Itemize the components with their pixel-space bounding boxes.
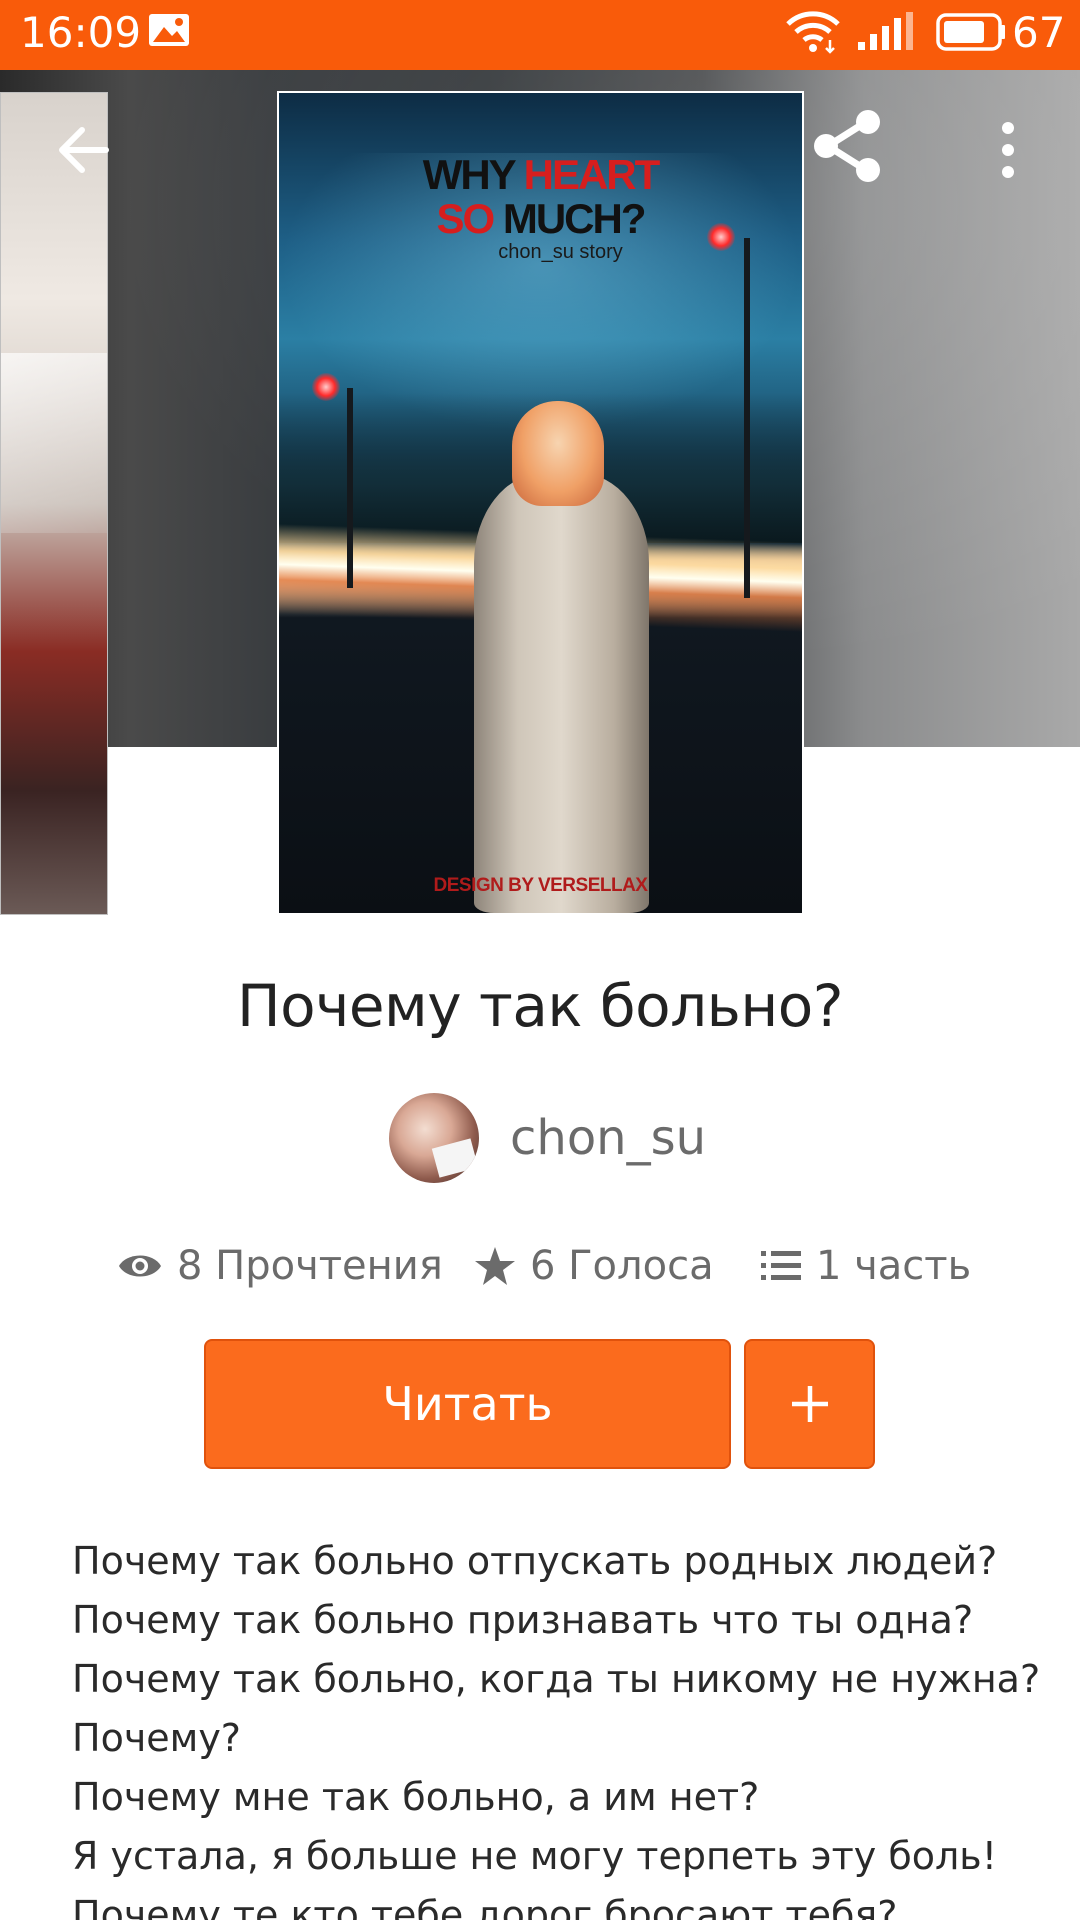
list-icon [761,1251,801,1280]
author-name[interactable]: chon_su [510,1110,706,1166]
status-bar: 16:09 67 [0,0,1080,70]
cover-lamp-right [744,238,750,598]
parts-count: 1 часть [816,1243,972,1289]
back-button[interactable] [52,118,116,182]
cover-title: WHY HEART SO MUCH? [422,151,661,242]
cover-lamp-left [347,388,353,588]
description-line: Почему так больно признавать что ты одна… [72,1598,974,1642]
story-stats: 8 Прочтения 6 Голоса 1 часть [0,1236,1080,1296]
star-icon [475,1247,515,1285]
share-icon [814,110,880,182]
cover-lamp-light-left [312,373,340,401]
signal-icon [856,12,916,57]
description-line: Я устала, я больше не могу терпеть эту б… [72,1834,997,1878]
image-notification-icon [148,13,190,52]
votes-count: 6 Голоса [530,1243,714,1289]
plus-icon [791,1386,828,1422]
eye-icon [119,1255,161,1277]
read-button[interactable]: Читать [204,1339,731,1469]
add-to-library-button[interactable] [744,1339,875,1469]
cover-figure-head [512,401,604,506]
description-line: Почему так больно отпускать родных людей… [72,1539,998,1583]
battery-level: 67 [1012,8,1066,57]
story-cover[interactable]: WHY HEART SO MUCH? chon_su story DESIGN … [277,91,804,915]
description-line: Почему? [72,1716,241,1760]
read-button-label: Читать [382,1377,553,1431]
author-avatar[interactable] [389,1093,479,1183]
battery-icon [936,12,1006,57]
votes-stat: 6 Голоса [474,1236,714,1296]
reads-stat: 8 Прочтения [117,1236,443,1296]
cover-subtitle: chon_su story [498,241,623,263]
cover-credit: DESIGN BY VERSELLAX [433,875,648,896]
description-line: Почему те кто тебе дорог бросают тебя? [72,1893,898,1920]
status-time: 16:09 [20,8,142,57]
more-vert-icon [1002,122,1014,178]
previous-story-cover[interactable] [0,92,108,915]
story-description: Почему так больно отпускать родных людей… [72,1532,1052,1920]
reads-count: 8 Прочтения [177,1243,443,1289]
story-title: Почему так больно? [236,972,844,1040]
wifi-icon [786,10,840,59]
arrow-left-icon [59,127,109,173]
description-line: Почему мне так больно, а им нет? [72,1775,760,1819]
description-line: Почему так больно, когда ты никому не ну… [72,1657,1041,1701]
share-button[interactable] [808,108,888,188]
cover-figure [474,473,649,913]
parts-stat: 1 часть [760,1236,971,1296]
more-options-button[interactable] [990,118,1026,182]
